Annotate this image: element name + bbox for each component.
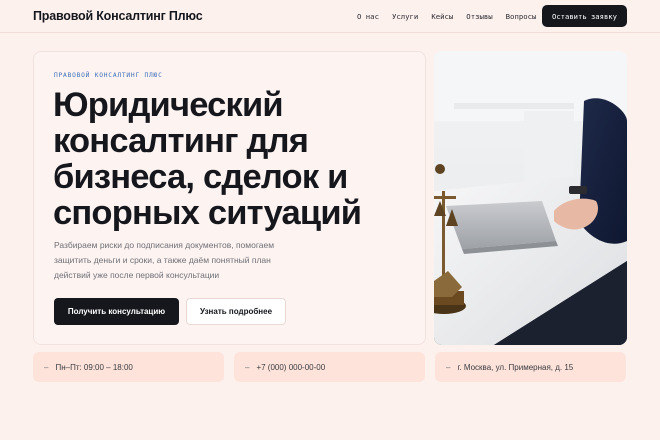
hero-title-line: спорных ситуаций <box>53 194 362 232</box>
main-nav: О нас Услуги Кейсы Отзывы Вопросы <box>357 12 549 21</box>
nav-link-faq[interactable]: Вопросы <box>506 12 537 21</box>
hero-description-line: Разбираем риски до подписания документов… <box>54 240 275 250</box>
hero-eyebrow: ПРАВОВОЙ КОНСАЛТИНГ ПЛЮС <box>54 72 163 79</box>
dash-icon: – <box>245 362 250 372</box>
hero-description-line: действий уже после первой консультации <box>54 270 220 280</box>
dash-icon: – <box>446 362 451 372</box>
info-card-address: – г. Москва, ул. Примерная, д. 15 <box>435 352 626 382</box>
hero-card: ПРАВОВОЙ КОНСАЛТИНГ ПЛЮС Юридический кон… <box>33 51 426 345</box>
info-card-phone[interactable]: – +7 (000) 000-00-00 <box>234 352 425 382</box>
hero-title-line: консалтинг для <box>53 122 309 160</box>
hero-title-line: Юридический <box>53 86 284 124</box>
nav-link-services[interactable]: Услуги <box>392 12 418 21</box>
info-card-hours: – Пн–Пт: 09:00 – 18:00 <box>33 352 224 382</box>
brand-logo[interactable]: Правовой Консалтинг Плюс <box>33 9 203 23</box>
learn-more-button[interactable]: Узнать подробнее <box>186 298 286 325</box>
nav-link-reviews[interactable]: Отзывы <box>466 12 492 21</box>
office-photo-illustration <box>434 51 627 345</box>
nav-link-cases[interactable]: Кейсы <box>431 12 453 21</box>
hero-title-line: бизнеса, сделок и <box>53 158 348 196</box>
hero-description-line: защитить деньги и сроки, а также даём по… <box>54 255 271 265</box>
site-header: Правовой Консалтинг Плюс О нас Услуги Ке… <box>0 0 660 33</box>
hero-description: Разбираем риски до подписания документов… <box>54 238 304 283</box>
office-desk-photo <box>434 51 627 345</box>
info-phone-text[interactable]: +7 (000) 000-00-00 <box>256 363 325 372</box>
info-address-text: г. Москва, ул. Примерная, д. 15 <box>457 362 574 372</box>
dash-icon: – <box>44 362 49 372</box>
nav-link-about[interactable]: О нас <box>357 12 379 21</box>
info-hours-text: Пн–Пт: 09:00 – 18:00 <box>55 362 133 372</box>
leave-request-button[interactable]: Оставить заявку <box>542 5 627 27</box>
get-consultation-button[interactable]: Получить консультацию <box>54 298 179 325</box>
hero-title: Юридический консалтинг для бизнеса, сдел… <box>53 87 423 231</box>
